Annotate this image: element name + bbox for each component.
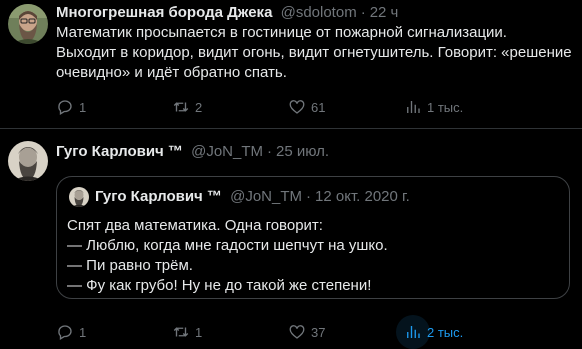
quoted-text-line: — Люблю, когда мне гадости шепчут на ушк… — [67, 237, 388, 254]
quoted-text-line: — Фу как грубо! Ну не до такой же степен… — [67, 277, 372, 294]
retweet-count: 1 — [195, 324, 203, 340]
separator: · — [267, 143, 273, 160]
author-handle[interactable]: @sdolotom — [281, 4, 357, 21]
views-count: 1 тыс. — [427, 99, 464, 115]
reply-button[interactable]: 1 — [56, 97, 86, 117]
action-bar: 1 2 61 1 тыс. — [56, 97, 568, 117]
retweet-count: 2 — [195, 99, 203, 115]
quoted-text-line: Спят два математика. Одна говорит: — [67, 217, 323, 234]
timestamp[interactable]: 25 июл. — [276, 143, 329, 160]
retweet-icon — [173, 327, 189, 337]
separator: · — [360, 4, 366, 21]
views-icon — [407, 101, 420, 113]
quoted-tweet[interactable]: Гуго Карлович ™ @JoN_TM · 12 окт. 2020 г. … — [56, 176, 570, 299]
tweet-text-line: Математик просыпается в гостинице от пож… — [56, 24, 507, 41]
quoted-avatar — [69, 187, 89, 207]
views-count: 2 тыс. — [427, 324, 464, 340]
like-icon — [289, 100, 305, 114]
reply-count: 1 — [79, 324, 87, 340]
like-button[interactable]: 37 — [288, 322, 325, 342]
quoted-author-name: Гуго Карлович ™ — [95, 188, 222, 205]
views-button[interactable]: 2 тыс. — [396, 315, 464, 349]
quoted-author-handle: @JoN_TM — [230, 188, 303, 205]
views-button[interactable]: 1 тыс. — [404, 97, 463, 117]
retweet-button[interactable]: 2 — [172, 97, 202, 117]
quoted-text: Спят два математика. Одна говорит: — Люб… — [67, 216, 388, 296]
action-bar: 1 1 37 2 тыс. — [56, 315, 568, 349]
reply-button[interactable]: 1 — [56, 322, 86, 342]
author-handle[interactable]: @JoN_TM — [191, 143, 263, 160]
reply-icon — [58, 325, 72, 340]
tweet-header: Многогрешная борода Джека @sdolotom · 22 ч — [56, 3, 398, 23]
avatar[interactable] — [8, 4, 48, 44]
tweet-header: Гуго Карлович ™ @JoN_TM · 25 июл. — [56, 142, 329, 162]
separator: · — [306, 188, 312, 205]
tweet[interactable]: Многогрешная борода Джека @sdolotom · 22 ч… — [0, 0, 582, 128]
reply-icon — [58, 100, 72, 115]
author-name[interactable]: Многогрешная борода Джека — [56, 4, 272, 21]
tweet-text-line: Выходит в коридор, видит огонь, видит ог… — [56, 44, 572, 61]
avatar[interactable] — [8, 141, 48, 181]
tweet-text-line: очевидно» и идёт обратно спать. — [56, 64, 287, 81]
author-name[interactable]: Гуго Карлович ™ — [56, 143, 183, 160]
reply-count: 1 — [79, 99, 87, 115]
tweet[interactable]: Гуго Карлович ™ @JoN_TM · 25 июл. Гуго Кар… — [0, 129, 582, 349]
quoted-timestamp: 12 окт. 2020 г. — [315, 188, 410, 205]
quoted-header: Гуго Карлович ™ @JoN_TM · 12 окт. 2020 г. — [95, 187, 410, 207]
retweet-icon — [173, 102, 189, 112]
like-count: 61 — [311, 99, 326, 115]
like-icon — [289, 325, 305, 339]
timestamp[interactable]: 22 ч — [370, 4, 399, 21]
retweet-button[interactable]: 1 — [172, 322, 202, 342]
like-button[interactable]: 61 — [288, 97, 325, 117]
quoted-text-line: — Пи равно трём. — [67, 257, 193, 274]
tweet-text: Математик просыпается в гостинице от пож… — [56, 23, 572, 83]
like-count: 37 — [311, 324, 326, 340]
views-icon — [407, 326, 420, 338]
